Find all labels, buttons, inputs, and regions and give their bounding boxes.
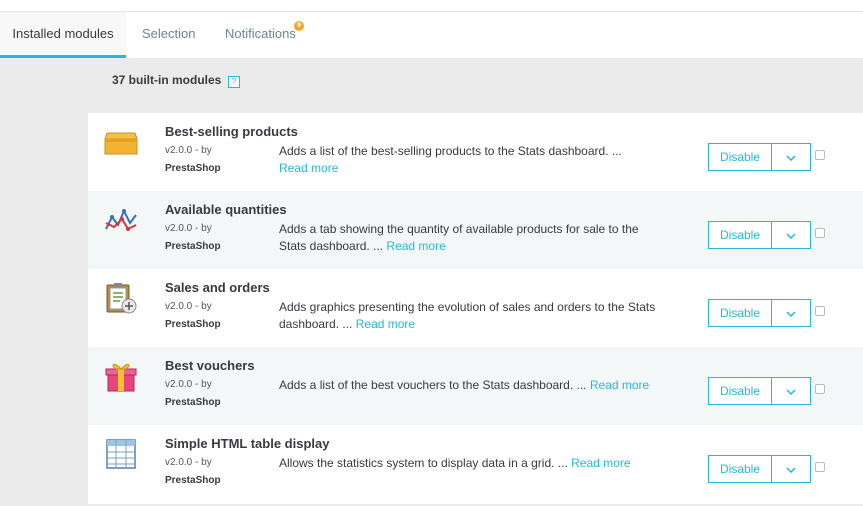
module-author: PrestaShop xyxy=(165,475,221,486)
chevron-down-icon xyxy=(786,155,796,161)
module-row: Sales and orders v2.0.0 - by PrestaShop … xyxy=(88,269,863,347)
chevron-down-icon xyxy=(786,389,796,395)
module-author: PrestaShop xyxy=(165,319,221,330)
module-name: Sales and orders xyxy=(165,280,270,295)
chevron-down-icon xyxy=(786,233,796,239)
disable-button[interactable]: Disable xyxy=(708,377,772,405)
module-row: Simple HTML table display v2.0.0 - by Pr… xyxy=(88,425,863,504)
disable-button[interactable]: Disable xyxy=(708,299,772,327)
tab-selection[interactable]: Selection xyxy=(142,12,195,58)
module-name: Best vouchers xyxy=(165,358,255,373)
chevron-down-icon xyxy=(786,467,796,473)
module-description-text: Adds a list of the best vouchers to the … xyxy=(279,378,587,392)
gift-icon xyxy=(105,363,137,392)
table-icon xyxy=(106,439,136,469)
module-row: Available quantities v2.0.0 - by PrestaS… xyxy=(88,191,863,269)
module-name: Best-selling products xyxy=(165,124,298,139)
module-author: PrestaShop xyxy=(165,397,221,408)
module-description-text: Adds graphics presenting the evolution o… xyxy=(279,300,656,331)
disable-button[interactable]: Disable xyxy=(708,455,772,483)
module-actions: Disable xyxy=(708,299,811,327)
box-icon xyxy=(104,132,138,155)
module-version: v2.0.0 - by xyxy=(165,301,212,312)
module-actions: Disable xyxy=(708,455,811,483)
tab-notifications[interactable]: Notifications 9 xyxy=(225,12,304,58)
more-actions-dropdown[interactable] xyxy=(772,221,811,249)
module-version: v2.0.0 - by xyxy=(165,457,212,468)
more-actions-dropdown[interactable] xyxy=(772,377,811,405)
module-description: Adds a list of the best-selling products… xyxy=(279,143,664,177)
help-icon[interactable]: ? xyxy=(228,76,240,88)
module-description: Adds a tab showing the quantity of avail… xyxy=(279,221,664,255)
read-more-link[interactable]: Read more xyxy=(356,317,415,331)
tab-installed-label: Installed modules xyxy=(12,26,114,41)
module-row: Best vouchers v2.0.0 - by PrestaShop Add… xyxy=(88,347,863,425)
module-description-text: Allows the statistics system to display … xyxy=(279,456,568,470)
module-select-checkbox[interactable] xyxy=(815,306,825,316)
module-version: v2.0.0 - by xyxy=(165,223,212,234)
more-actions-dropdown[interactable] xyxy=(772,143,811,171)
notifications-count-badge: 9 xyxy=(294,21,304,31)
module-actions: Disable xyxy=(708,221,811,249)
read-more-link[interactable]: Read more xyxy=(386,239,445,253)
chevron-down-icon xyxy=(786,311,796,317)
read-more-link[interactable]: Read more xyxy=(279,161,338,175)
module-actions: Disable xyxy=(708,377,811,405)
disable-button[interactable]: Disable xyxy=(708,221,772,249)
tab-installed-modules[interactable]: Installed modules xyxy=(0,12,126,58)
modules-count-heading: 37 built-in modules xyxy=(112,73,222,87)
module-name: Available quantities xyxy=(165,202,287,217)
module-select-checkbox[interactable] xyxy=(815,384,825,394)
more-actions-dropdown[interactable] xyxy=(772,455,811,483)
module-description-text: Adds a list of the best-selling products… xyxy=(279,144,622,158)
module-description: Adds a list of the best vouchers to the … xyxy=(279,377,674,394)
more-actions-dropdown[interactable] xyxy=(772,299,811,327)
line-chart-icon xyxy=(105,208,137,231)
module-list: Best-selling products v2.0.0 - by Presta… xyxy=(88,113,863,504)
module-version: v2.0.0 - by xyxy=(165,145,212,156)
tab-notifications-label: Notifications xyxy=(225,26,296,41)
tab-selection-label: Selection xyxy=(142,26,196,41)
module-select-checkbox[interactable] xyxy=(815,228,825,238)
module-description: Allows the statistics system to display … xyxy=(279,455,664,472)
module-description: Adds graphics presenting the evolution o… xyxy=(279,299,664,333)
module-select-checkbox[interactable] xyxy=(815,462,825,472)
read-more-link[interactable]: Read more xyxy=(571,456,630,470)
module-tabs: Installed modules Selection Notification… xyxy=(0,12,863,58)
module-author: PrestaShop xyxy=(165,163,221,174)
module-name: Simple HTML table display xyxy=(165,436,330,451)
module-version: v2.0.0 - by xyxy=(165,379,212,390)
module-select-checkbox[interactable] xyxy=(815,150,825,160)
module-description-text: Adds a tab showing the quantity of avail… xyxy=(279,222,639,253)
clipboard-icon xyxy=(106,283,137,314)
read-more-link[interactable]: Read more xyxy=(590,378,649,392)
disable-button[interactable]: Disable xyxy=(708,143,772,171)
module-row: Best-selling products v2.0.0 - by Presta… xyxy=(88,113,863,191)
module-actions: Disable xyxy=(708,143,811,171)
module-author: PrestaShop xyxy=(165,241,221,252)
